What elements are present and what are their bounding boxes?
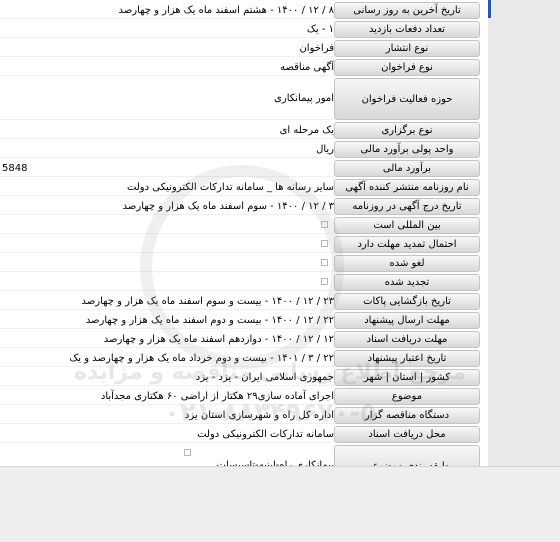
field-value: یک مرحله ای — [0, 122, 334, 139]
info-row: احتمال تمدید مهلت دارد — [0, 236, 480, 253]
footer-checkbox[interactable] — [184, 449, 191, 456]
field-label: موضوع — [334, 388, 480, 405]
field-value: آگهی مناقصه — [0, 59, 334, 76]
tender-details-panel: تاریخ آخرین به روز رسانی ۸ / ۱۲ / ۱۴۰۰ - … — [0, 0, 488, 466]
field-checkbox[interactable] — [321, 221, 328, 228]
field-label: نوع انتشار — [334, 40, 480, 57]
field-value: فراخوان — [0, 40, 334, 57]
field-value: 5848 — [0, 160, 334, 177]
info-row: تاریخ اعتبار پیشنهاد ۲۲ / ۳ / ۱۴۰۱ - بیست… — [0, 350, 480, 367]
info-row: بین المللی است — [0, 217, 480, 234]
field-value — [0, 255, 334, 272]
field-value: ۳ / ۱۲ / ۱۴۰۰ - سوم اسفند ماه یک هزار و … — [0, 198, 334, 215]
field-checkbox[interactable] — [321, 240, 328, 247]
field-label: دستگاه مناقصه گزار — [334, 407, 480, 424]
field-value — [0, 236, 334, 253]
field-value: ۱ - یک — [0, 21, 334, 38]
field-value — [0, 274, 334, 291]
field-label: تعداد دفعات بازدید — [334, 21, 480, 38]
field-value: اجرای آماده سازی۲۹ هکتار از اراضی ۶۰ هکت… — [0, 388, 334, 405]
info-row: نوع فراخوان آگهی مناقصه — [0, 59, 480, 76]
field-label: کشور | استان | شهر — [334, 369, 480, 386]
info-row: نام روزنامه منتشر کننده آگهی سایر رسانه ه… — [0, 179, 480, 196]
field-label: محل دریافت اسناد — [334, 426, 480, 443]
info-row: تاریخ بازگشایی پاکات ۲۳ / ۱۲ / ۱۴۰۰ - بیس… — [0, 293, 480, 310]
info-row: تاریخ آخرین به روز رسانی ۸ / ۱۲ / ۱۴۰۰ - … — [0, 2, 480, 19]
info-row: نوع انتشار فراخوان — [0, 40, 480, 57]
field-label: احتمال تمدید مهلت دارد — [334, 236, 480, 253]
info-row: تجدید شده — [0, 274, 480, 291]
field-label: بین المللی است — [334, 217, 480, 234]
field-label: تجدید شده — [334, 274, 480, 291]
field-value: ۲۲ / ۳ / ۱۴۰۱ - بیست و دوم خرداد ماه یک … — [0, 350, 334, 367]
field-value: سامانه تدارکات الکترونیکی دولت — [0, 426, 334, 443]
right-side-strip — [488, 0, 560, 466]
field-label: نوع برگزاری — [334, 122, 480, 139]
field-value: امور پیمانکاری — [0, 78, 334, 120]
field-label: حوزه فعالیت فراخوان — [334, 78, 480, 120]
field-value: سایر رسانه ها _ سامانه تدارکات الکترونیک… — [0, 179, 334, 196]
field-label: نوع فراخوان — [334, 59, 480, 76]
field-value: پیمانکاری راه-ابنیه-تاسیسات — [0, 445, 334, 466]
info-row: واحد پولی برآورد مالی ریال — [0, 141, 480, 158]
info-row: طبقه بندی موضوعی پیمانکاری راه-ابنیه-تاسی… — [0, 445, 480, 466]
field-label: لغو شده — [334, 255, 480, 272]
field-value: ۲۲ / ۱۲ / ۱۴۰۰ - بیست و دوم اسفند ماه یک… — [0, 312, 334, 329]
field-value: جمهوری اسلامی ایران - یزد - یزد — [0, 369, 334, 386]
field-value — [0, 217, 334, 234]
field-label: مهلت دریافت اسناد — [334, 331, 480, 348]
info-row: کشور | استان | شهر جمهوری اسلامی ایران - … — [0, 369, 480, 386]
field-checkbox[interactable] — [321, 278, 328, 285]
tender-details-table: تاریخ آخرین به روز رسانی ۸ / ۱۲ / ۱۴۰۰ - … — [0, 0, 480, 466]
field-label: نام روزنامه منتشر کننده آگهی — [334, 179, 480, 196]
field-value: ۲۳ / ۱۲ / ۱۴۰۰ - بیست و سوم اسفند ماه یک… — [0, 293, 334, 310]
field-label: طبقه بندی موضوعی — [334, 445, 480, 466]
info-row: تاریخ درج آگهی در روزنامه ۳ / ۱۲ / ۱۴۰۰ -… — [0, 198, 480, 215]
info-row: محل دریافت اسناد سامانه تدارکات الکترونیک… — [0, 426, 480, 443]
info-row: برآورد مالی 5848 — [0, 160, 480, 177]
field-value: ۱۲ / ۱۲ / ۱۴۰۰ - دوازدهم اسفند ماه یک هز… — [0, 331, 334, 348]
field-label: مهلت ارسال پیشنهاد — [334, 312, 480, 329]
field-checkbox[interactable] — [321, 259, 328, 266]
field-value: ۸ / ۱۲ / ۱۴۰۰ - هشتم اسفند ماه یک هزار و… — [0, 2, 334, 19]
field-value: ریال — [0, 141, 334, 158]
info-row: دستگاه مناقصه گزار اداره کل راه و شهرسازی… — [0, 407, 480, 424]
field-value: اداره کل راه و شهرسازی استان یزد — [0, 407, 334, 424]
field-label: تاریخ درج آگهی در روزنامه — [334, 198, 480, 215]
field-label: برآورد مالی — [334, 160, 480, 177]
info-row: مهلت دریافت اسناد ۱۲ / ۱۲ / ۱۴۰۰ - دوازده… — [0, 331, 480, 348]
info-row: موضوع اجرای آماده سازی۲۹ هکتار از اراضی ۶… — [0, 388, 480, 405]
info-row: لغو شده — [0, 255, 480, 272]
accent-bar — [488, 0, 491, 18]
info-row: نوع برگزاری یک مرحله ای — [0, 122, 480, 139]
info-row: تعداد دفعات بازدید ۱ - یک — [0, 21, 480, 38]
field-label: واحد پولی برآورد مالی — [334, 141, 480, 158]
info-row: مهلت ارسال پیشنهاد ۲۲ / ۱۲ / ۱۴۰۰ - بیست … — [0, 312, 480, 329]
field-label: تاریخ اعتبار پیشنهاد — [334, 350, 480, 367]
info-row: حوزه فعالیت فراخوان امور پیمانکاری — [0, 78, 480, 120]
field-label: تاریخ بازگشایی پاکات — [334, 293, 480, 310]
bottom-band — [0, 466, 560, 542]
field-label: تاریخ آخرین به روز رسانی — [334, 2, 480, 19]
